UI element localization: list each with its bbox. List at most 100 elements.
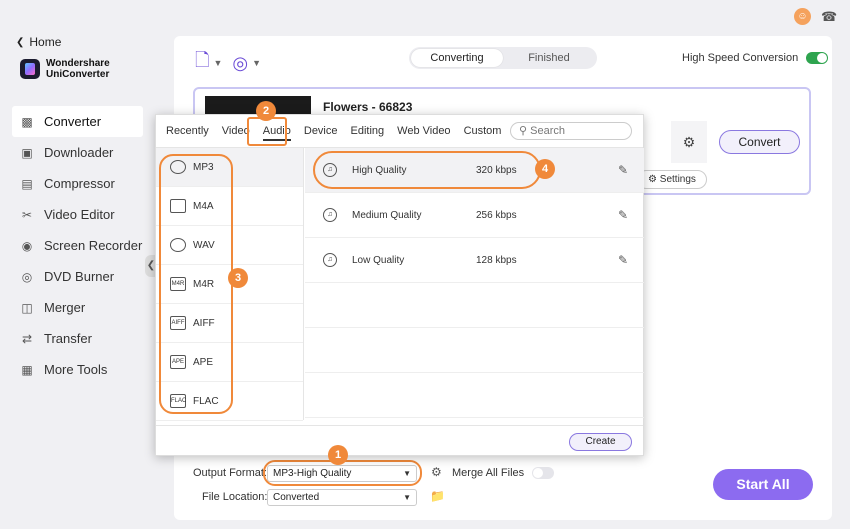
sidebar: ❮ Home Wondershare UniConverter ▩ Conver… [0, 0, 155, 529]
add-file-icon: 🗋 [195, 50, 210, 70]
sidebar-nav: ▩ Converter ▣ Downloader ▤ Compressor ✂ … [12, 106, 143, 385]
record-icon: ◉ [21, 238, 33, 253]
search-placeholder: Search [530, 125, 565, 137]
file-location-select[interactable]: Converted ▼ [267, 489, 417, 506]
tab-web-video[interactable]: Web Video [397, 125, 450, 141]
callout-badge-2: 2 [256, 101, 276, 121]
divider [156, 425, 643, 426]
add-disc-icon: ◎ [232, 52, 249, 73]
merge-all-files: Merge All Files [452, 467, 555, 479]
callout-badge-3: 3 [228, 268, 248, 288]
sidebar-item-label: Converter [44, 114, 102, 129]
add-file-button[interactable]: 🗋 ▼ [195, 48, 222, 78]
sidebar-item-label: Screen Recorder [44, 238, 143, 253]
sidebar-item-label: More Tools [44, 362, 108, 377]
add-disc-button[interactable]: ◎ ▼ [232, 53, 261, 74]
tab-editing[interactable]: Editing [351, 125, 385, 141]
quality-bitrate: 128 kbps [476, 254, 517, 266]
file-location-value: Converted [273, 492, 320, 503]
disc-icon: ◎ [21, 269, 33, 284]
quality-row-medium[interactable]: ♫ Medium Quality 256 kbps ✎ [305, 193, 644, 238]
scissors-icon: ✂ [21, 207, 33, 222]
convert-button[interactable]: Convert [719, 130, 800, 154]
compress-icon: ▤ [21, 176, 33, 191]
high-speed-label: High Speed Conversion [682, 52, 799, 64]
tab-converting[interactable]: Converting [411, 49, 503, 67]
edit-icon[interactable]: ✎ [618, 163, 628, 177]
conversion-tabs: Converting Finished [409, 47, 597, 69]
sidebar-item-dvd-burner[interactable]: ◎ DVD Burner [12, 261, 143, 292]
brand-name: Wondershare UniConverter [46, 58, 110, 80]
output-settings-icon[interactable]: ⚙ [671, 121, 707, 163]
start-all-button[interactable]: Start All [713, 469, 813, 500]
top-right-controls: ☺ ☎ [794, 8, 837, 25]
tab-custom[interactable]: Custom [464, 125, 502, 141]
download-icon: ▣ [21, 145, 33, 160]
audio-quality-icon: ♫ [323, 253, 337, 267]
brand-line1: Wondershare [46, 58, 110, 69]
quality-bitrate: 256 kbps [476, 209, 517, 221]
edit-icon[interactable]: ✎ [618, 208, 628, 222]
merge-toggle[interactable] [532, 467, 555, 479]
sidebar-item-label: Compressor [44, 176, 115, 191]
gear-icon: ⚙ [648, 174, 658, 185]
sidebar-item-screen-recorder[interactable]: ◉ Screen Recorder [12, 230, 143, 261]
sidebar-item-downloader[interactable]: ▣ Downloader [12, 137, 143, 168]
file-location-label: File Location: [202, 491, 268, 503]
caret-down-icon: ▼ [252, 58, 262, 68]
quality-name: Low Quality [352, 254, 405, 266]
home-label: Home [29, 35, 62, 49]
sidebar-item-label: DVD Burner [44, 269, 115, 284]
callout-outline-high-quality [313, 151, 541, 189]
output-format-label: Output Format: [193, 467, 267, 479]
search-icon: ⚲ [519, 125, 528, 137]
chevron-down-icon: ▼ [403, 493, 411, 502]
converter-icon: ▩ [21, 114, 33, 129]
quality-row-low[interactable]: ♫ Low Quality 128 kbps ✎ [305, 238, 644, 283]
settings-button[interactable]: ⚙ Settings [637, 170, 707, 189]
audio-quality-icon: ♫ [323, 208, 337, 222]
search-input[interactable]: ⚲ Search [510, 122, 632, 140]
app-window: ❮ Home Wondershare UniConverter ▩ Conver… [0, 0, 850, 529]
tab-video[interactable]: Video [222, 125, 250, 141]
uniconverter-logo-icon [20, 59, 40, 79]
sidebar-item-video-editor[interactable]: ✂ Video Editor [12, 199, 143, 230]
settings-label: Settings [659, 174, 696, 185]
merge-icon: ◫ [21, 300, 33, 315]
sidebar-item-compressor[interactable]: ▤ Compressor [12, 168, 143, 199]
sidebar-item-label: Video Editor [44, 207, 115, 222]
empty-row [305, 283, 644, 328]
sidebar-item-label: Transfer [44, 331, 92, 346]
add-toolbar: 🗋 ▼ ◎ ▼ [195, 48, 261, 78]
format-tabs: Recently Video Audio Device Editing Web … [166, 125, 501, 141]
quality-name: Medium Quality [352, 209, 422, 221]
edit-icon[interactable]: ✎ [618, 253, 628, 267]
sidebar-item-transfer[interactable]: ⇄ Transfer [12, 323, 143, 354]
create-button[interactable]: Create [569, 433, 632, 451]
callout-outline-audio-tab [247, 117, 287, 146]
tab-finished[interactable]: Finished [503, 49, 595, 67]
brand-line2: UniConverter [46, 69, 110, 80]
merge-label: Merge All Files [452, 467, 525, 479]
sidebar-item-converter[interactable]: ▩ Converter [12, 106, 143, 137]
callout-outline-format-list [159, 154, 233, 414]
callout-badge-4: 4 [535, 159, 555, 179]
tab-device[interactable]: Device [304, 125, 338, 141]
empty-row [305, 373, 644, 418]
high-speed-toggle[interactable] [806, 52, 829, 64]
high-speed-conversion: High Speed Conversion [682, 52, 829, 64]
home-link[interactable]: ❮ Home [16, 35, 61, 49]
folder-icon[interactable]: 📁 [430, 489, 445, 503]
user-icon[interactable]: ☺ [794, 8, 811, 25]
sidebar-item-merger[interactable]: ◫ Merger [12, 292, 143, 323]
sidebar-item-more-tools[interactable]: ▦ More Tools [12, 354, 143, 385]
transfer-icon: ⇄ [21, 331, 33, 346]
file-title: Flowers - 66823 [323, 100, 413, 114]
grid-icon: ▦ [21, 362, 33, 377]
callout-badge-1: 1 [328, 445, 348, 465]
tab-recently[interactable]: Recently [166, 125, 209, 141]
brand: Wondershare UniConverter [20, 58, 110, 80]
format-settings-icon[interactable]: ⚙ [431, 465, 442, 479]
headset-icon[interactable]: ☎ [821, 9, 837, 25]
caret-down-icon: ▼ [213, 58, 223, 68]
